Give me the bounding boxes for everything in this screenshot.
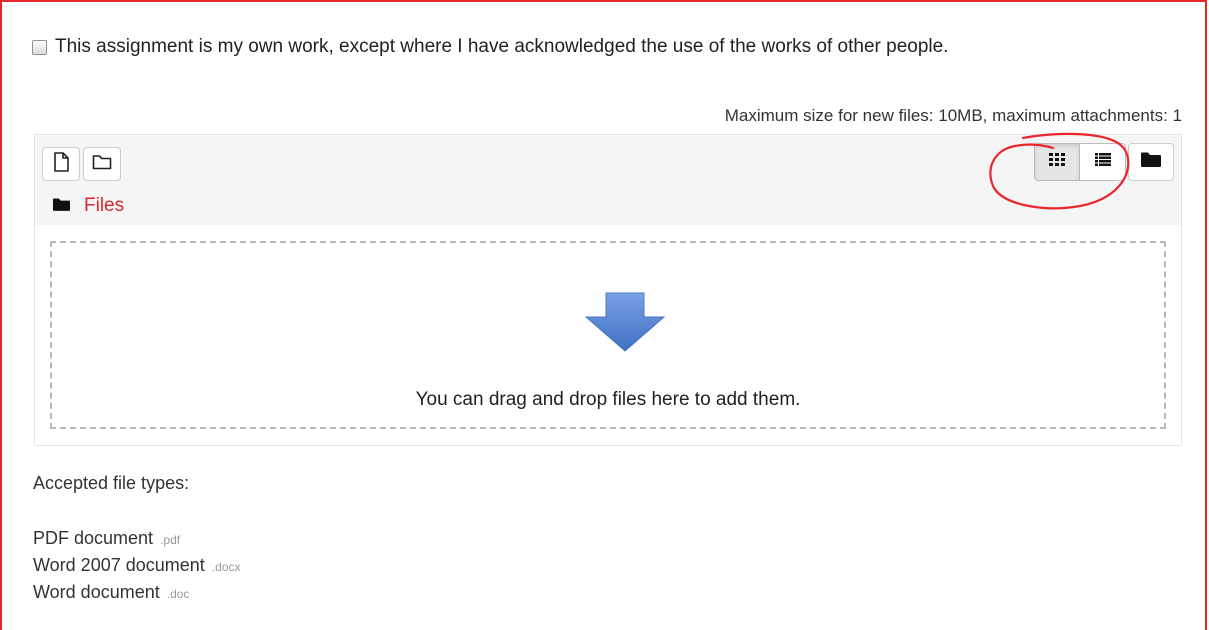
accepted-types-list: PDF document .pdf Word 2007 document .do… — [33, 528, 240, 609]
list-icon — [1094, 153, 1111, 171]
list-item: PDF document .pdf — [33, 528, 240, 555]
declaration-label: This assignment is my own work, except w… — [55, 36, 949, 57]
folder-outline-icon — [92, 154, 112, 175]
view-icons-button[interactable] — [1034, 143, 1080, 181]
folder-icon — [53, 195, 70, 217]
file-type-name: PDF document — [33, 528, 154, 548]
list-item: Word document .doc — [33, 582, 240, 609]
download-arrow-icon — [584, 291, 666, 358]
file-type-name: Word 2007 document — [33, 555, 205, 575]
create-folder-button[interactable] — [83, 147, 121, 181]
file-type-ext: .docx — [211, 560, 241, 574]
file-manager: Files You can drag and drop files here t… — [34, 134, 1182, 446]
view-list-button[interactable] — [1080, 143, 1126, 181]
drop-instructions: You can drag and drop files here to add … — [415, 389, 801, 410]
breadcrumb: Files — [53, 195, 124, 217]
grid-icon — [1049, 153, 1065, 171]
folder-icon — [1141, 152, 1161, 172]
accepted-types-title: Accepted file types: — [33, 473, 190, 493]
view-tree-button[interactable] — [1128, 143, 1174, 181]
file-type-name: Word document — [33, 582, 160, 602]
file-icon — [53, 151, 69, 177]
declaration-checkbox[interactable] — [32, 39, 47, 55]
list-item: Word 2007 document .docx — [33, 555, 240, 582]
drop-zone[interactable]: You can drag and drop files here to add … — [50, 241, 1166, 429]
file-type-ext: .pdf — [160, 533, 181, 547]
declaration-row[interactable]: This assignment is my own work, except w… — [32, 36, 948, 58]
file-drop-area[interactable]: You can drag and drop files here to add … — [35, 225, 1181, 445]
max-size-info: Maximum size for new files: 10MB, maximu… — [724, 106, 1182, 125]
breadcrumb-files-link[interactable]: Files — [84, 195, 124, 217]
add-file-button[interactable] — [42, 147, 80, 181]
file-type-ext: .doc — [166, 587, 190, 601]
view-switcher — [1034, 143, 1126, 181]
